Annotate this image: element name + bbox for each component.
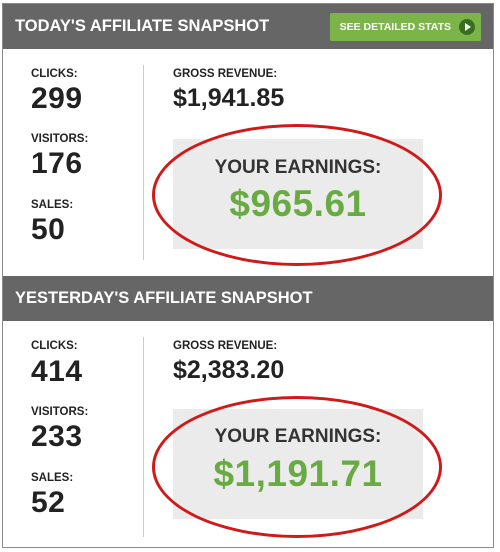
visitors-label: VISITORS:	[31, 133, 89, 145]
sales-label: SALES:	[31, 199, 74, 211]
clicks-value: 299	[31, 82, 83, 115]
visitors-value: 233	[31, 420, 83, 453]
visitors-value: 176	[31, 147, 83, 180]
earnings-label: YOUR EARNINGS:	[214, 157, 382, 178]
earnings-label: YOUR EARNINGS:	[214, 426, 382, 447]
today-snapshot-panel: TODAY'S AFFILIATE SNAPSHOT SEE DETAILED …	[3, 4, 493, 266]
today-title: TODAY'S AFFILIATE SNAPSHOT	[15, 17, 270, 35]
gross-revenue-label: GROSS REVENUE:	[173, 340, 278, 352]
visitors-label: VISITORS:	[31, 406, 89, 418]
gross-revenue-value: $2,383.20	[173, 356, 285, 384]
sales-label: SALES:	[31, 472, 74, 484]
yesterday-body: CLICKS: 414 VISITORS: 233 SALES: 52 GROS…	[3, 321, 493, 546]
clicks-label: CLICKS:	[31, 340, 78, 352]
gross-revenue-label: GROSS REVENUE:	[173, 68, 278, 80]
earnings-box: YOUR EARNINGS: $965.61	[173, 139, 423, 249]
see-detailed-stats-label: SEE DETAILED STATS	[339, 20, 451, 33]
earnings-value: $1,191.71	[213, 453, 383, 494]
gross-revenue-value: $1,941.85	[173, 84, 285, 112]
column-divider	[143, 337, 144, 537]
earnings-box: YOUR EARNINGS: $1,191.71	[173, 409, 423, 519]
sales-value: 52	[31, 486, 66, 519]
play-circle-icon	[459, 18, 475, 35]
clicks-label: CLICKS:	[31, 68, 78, 80]
earnings-value: $965.61	[229, 183, 367, 224]
yesterday-header: YESTERDAY'S AFFILIATE SNAPSHOT	[3, 276, 493, 321]
today-body: CLICKS: 299 VISITORS: 176 SALES: 50 GROS…	[3, 49, 493, 266]
today-header: TODAY'S AFFILIATE SNAPSHOT SEE DETAILED …	[3, 4, 493, 49]
yesterday-snapshot-panel: YESTERDAY'S AFFILIATE SNAPSHOT CLICKS: 4…	[3, 276, 493, 546]
clicks-value: 414	[31, 355, 83, 388]
sales-value: 50	[31, 213, 66, 246]
see-detailed-stats-button[interactable]: SEE DETAILED STATS	[329, 12, 481, 41]
yesterday-title: YESTERDAY'S AFFILIATE SNAPSHOT	[15, 289, 313, 307]
column-divider	[143, 65, 144, 260]
